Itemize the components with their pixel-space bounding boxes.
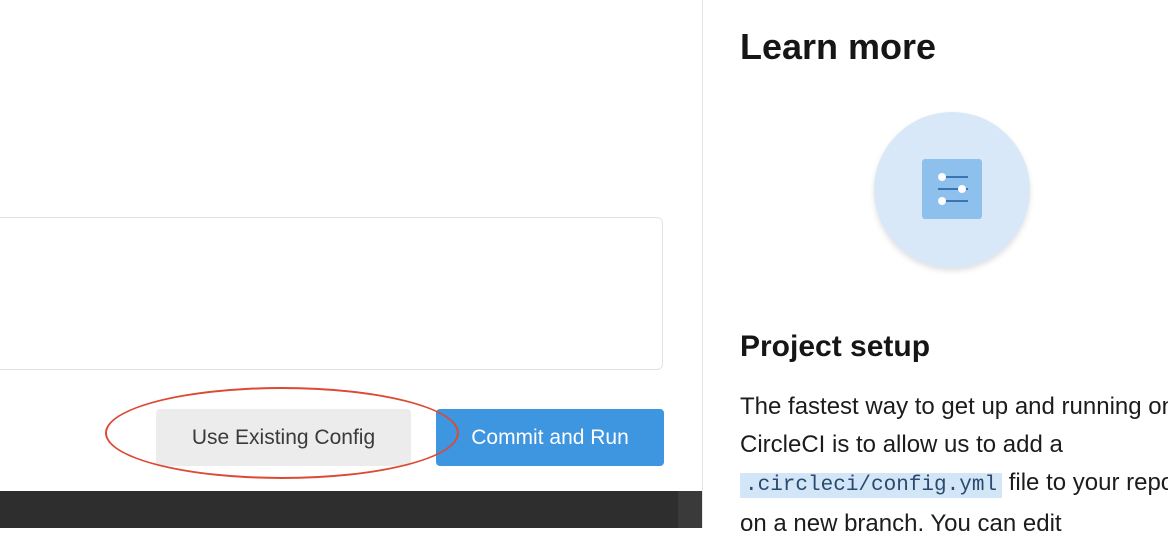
config-path-code: .circleci/config.yml (740, 473, 1003, 498)
project-setup-description: The fastest way to get up and running on… (740, 388, 1168, 543)
project-setup-title: Project setup (740, 330, 931, 363)
illustration-circle (874, 112, 1030, 268)
bottom-bar-segment (678, 491, 702, 528)
learn-more-title: Learn more (740, 26, 937, 67)
setup-text-part1: The fastest way to get up and running on… (740, 393, 1168, 458)
use-existing-config-button[interactable]: Use Existing Config (156, 409, 411, 466)
config-preview-box[interactable] (0, 217, 663, 370)
config-sliders-icon (922, 159, 982, 219)
config-editor-pane: Use Existing Config Commit and Run (0, 0, 702, 528)
bottom-bar (0, 491, 702, 528)
commit-and-run-button[interactable]: Commit and Run (436, 409, 664, 466)
learn-more-panel: Learn more Project setup The fastest way… (703, 0, 1168, 537)
